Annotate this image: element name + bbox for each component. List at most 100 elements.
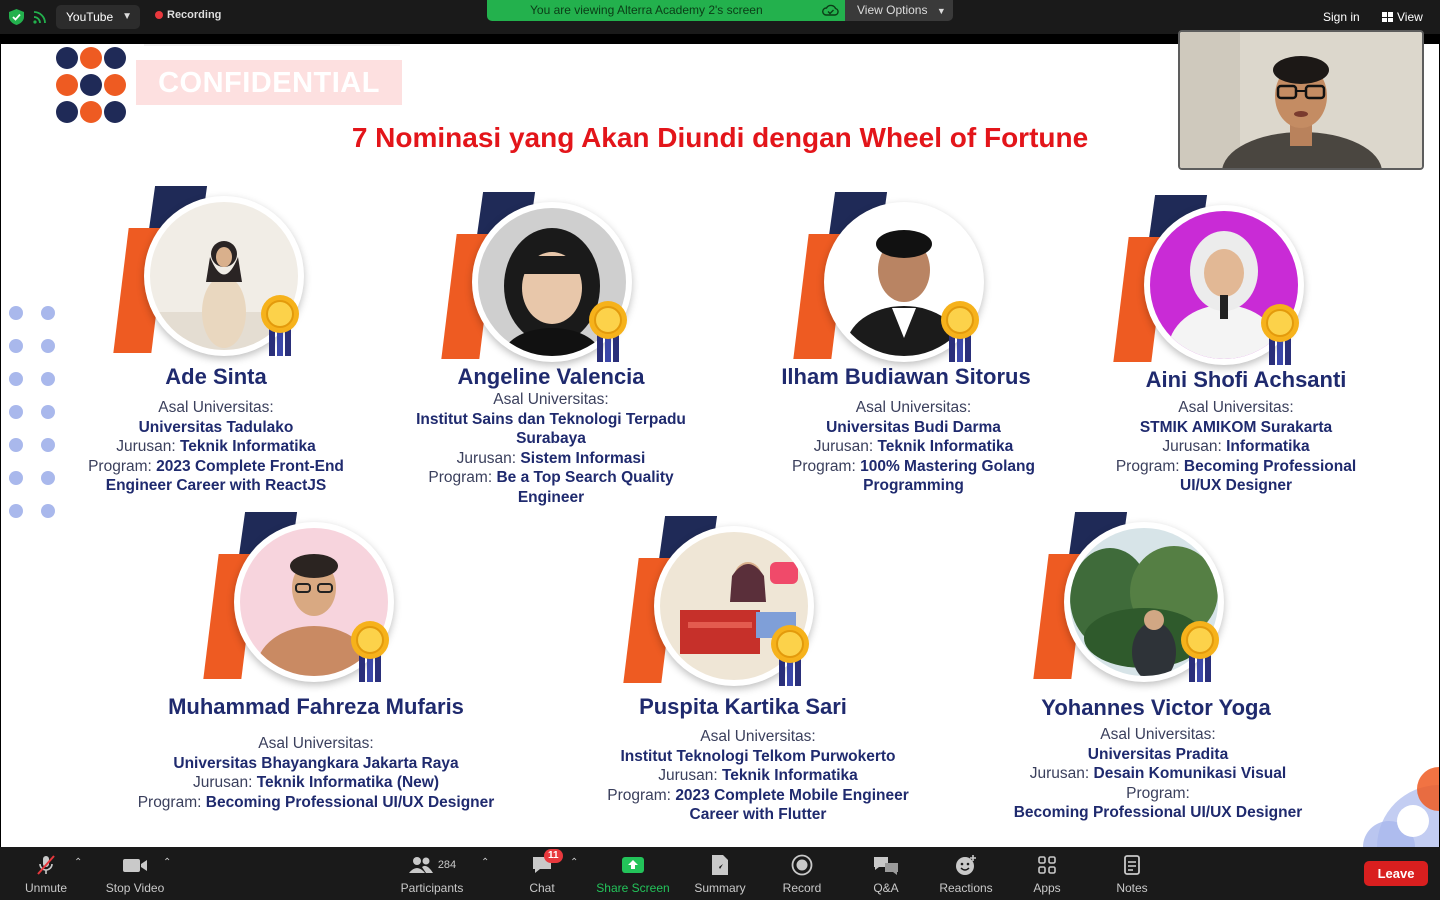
nominee-name: Angeline Valencia xyxy=(457,364,645,389)
program-value: 100% Mastering Golang Programming xyxy=(860,457,1035,495)
meeting-top-bar: YouTube ▼ Recording You are viewing Alte… xyxy=(0,0,1440,34)
summary-document-icon xyxy=(712,855,728,875)
major-value: Desain Komunikasi Visual xyxy=(1093,765,1287,783)
nominee-name: Ade Sinta xyxy=(165,364,267,389)
university-label: Asal Universitas: xyxy=(158,399,274,416)
cloud-icon[interactable] xyxy=(822,3,839,17)
reactions-button[interactable]: Reactions xyxy=(934,847,998,900)
alterra-logo xyxy=(51,47,127,123)
nominee-name: Yohannes Victor Yoga xyxy=(1041,695,1271,720)
medal-icon xyxy=(351,621,389,682)
confidential-watermark: CONFIDENTIAL xyxy=(136,44,402,105)
program-label: Program: xyxy=(607,786,671,804)
viewing-banner-text: You are viewing Alterra Academy 2's scre… xyxy=(530,3,763,17)
nominee-photo-frame xyxy=(623,516,831,694)
source-label: YouTube xyxy=(66,10,114,24)
recording-indicator[interactable]: Recording xyxy=(155,9,221,21)
notes-label: Notes xyxy=(1116,881,1148,895)
medal-icon xyxy=(771,625,809,686)
sign-in-button[interactable]: Sign in xyxy=(1323,10,1360,24)
smiley-reaction-icon xyxy=(956,855,976,875)
program-label: Program: xyxy=(88,457,152,475)
medal-icon xyxy=(1181,621,1219,682)
university-label: Asal Universitas: xyxy=(700,728,816,745)
nominee-name: Ilham Budiawan Sitorus xyxy=(781,364,1031,389)
nominee-photo-frame xyxy=(1033,512,1241,690)
microphone-muted-icon xyxy=(37,855,55,875)
major-label: Jurusan: xyxy=(658,767,718,785)
nominee-details: Asal Universitas: Institut Teknologi Tel… xyxy=(588,727,928,825)
leave-meeting-button[interactable]: Leave xyxy=(1364,861,1428,886)
summary-button[interactable]: Summary xyxy=(688,847,752,900)
program-label: Program: xyxy=(1115,457,1180,475)
program-label: Program: xyxy=(1126,784,1190,802)
share-screen-button[interactable]: Share Screen xyxy=(592,847,674,900)
participants-options-chevron-icon[interactable]: ⌃ xyxy=(481,857,489,868)
nominee-details: Asal Universitas: Institut Sains dan Tek… xyxy=(401,390,701,508)
program-label: Program: xyxy=(137,793,202,811)
security-shield-icon[interactable] xyxy=(9,9,24,25)
university-label: Asal Universitas: xyxy=(855,399,972,416)
nominee-details: Asal Universitas: Universitas Pradita Ju… xyxy=(1008,725,1308,823)
university-value: Universitas Budi Darma xyxy=(826,418,1001,436)
audio-options-chevron-icon[interactable]: ⌃ xyxy=(74,857,82,868)
video-options-chevron-icon[interactable]: ⌃ xyxy=(163,857,171,868)
major-label: Jurusan: xyxy=(456,449,517,467)
nominee-name: Aini Shofi Achsanti xyxy=(1145,367,1347,392)
chat-options-chevron-icon[interactable]: ⌃ xyxy=(570,857,578,868)
notes-button[interactable]: Notes xyxy=(1110,847,1154,900)
youtube-source-dropdown[interactable]: YouTube ▼ xyxy=(56,5,140,29)
participants-icon xyxy=(408,857,433,873)
stop-video-label: Stop Video xyxy=(105,881,165,895)
chevron-down-icon: ▼ xyxy=(936,6,946,16)
chevron-down-icon: ▼ xyxy=(122,11,132,22)
major-value: Teknik Informatika xyxy=(179,438,316,456)
view-options-dropdown[interactable]: View Options ▼ xyxy=(845,0,953,21)
major-label: Jurusan: xyxy=(1162,438,1222,456)
apps-label: Apps xyxy=(1033,881,1061,895)
university-value: Universitas Bhayangkara Jakarta Raya xyxy=(173,754,459,772)
qa-button[interactable]: Q&A xyxy=(864,847,908,900)
major-label: Jurusan: xyxy=(813,438,874,456)
participants-label: Participants xyxy=(400,881,464,895)
university-value: Institut Sains dan Teknologi Terpadu Sur… xyxy=(416,410,686,448)
university-value: Universitas Tadulako xyxy=(138,418,294,436)
program-value: 2023 Complete Mobile Engineer Career wit… xyxy=(675,786,909,824)
medal-icon xyxy=(589,301,627,362)
presenter-video-thumbnail[interactable] xyxy=(1178,30,1424,170)
unmute-button[interactable]: Unmute xyxy=(18,847,74,900)
apps-button[interactable]: Apps xyxy=(1025,847,1069,900)
grid-view-icon xyxy=(1382,12,1393,22)
view-options-label: View Options xyxy=(857,3,928,17)
nominee-photo-frame xyxy=(1113,195,1321,373)
share-screen-label: Share Screen xyxy=(596,881,670,895)
record-button[interactable]: Record xyxy=(772,847,832,900)
participant-count: 284 xyxy=(437,859,457,871)
major-value: Teknik Informatika (New) xyxy=(256,774,440,792)
qa-bubbles-icon xyxy=(874,857,898,875)
view-label: View xyxy=(1397,10,1423,24)
major-value: Teknik Informatika xyxy=(721,767,858,785)
major-label: Jurusan: xyxy=(192,774,253,792)
major-value: Sistem Informasi xyxy=(520,449,646,467)
program-label: Program: xyxy=(792,457,856,475)
qa-label: Q&A xyxy=(873,881,899,895)
meeting-controls-toolbar: Unmute ⌃ Stop Video ⌃ 284 Participants ⌃… xyxy=(0,847,1440,900)
nominee-details: Asal Universitas: STMIK AMIKOM Surakarta… xyxy=(1096,398,1376,496)
connection-signal-icon[interactable] xyxy=(33,10,47,24)
stop-video-button[interactable]: Stop Video xyxy=(100,847,170,900)
nominee-photo-frame xyxy=(113,186,321,364)
decorative-dots xyxy=(9,306,59,518)
summary-label: Summary xyxy=(694,881,746,895)
program-value: Becoming Professional UI/UX Designer xyxy=(1180,457,1357,495)
medal-icon xyxy=(941,301,979,362)
nominee-details: Asal Universitas: Universitas Tadulako J… xyxy=(71,398,361,496)
participants-button[interactable]: 284 Participants xyxy=(396,847,468,900)
medal-icon xyxy=(1261,304,1299,365)
program-value: Becoming Professional UI/UX Designer xyxy=(1013,804,1303,822)
viewing-screen-banner: You are viewing Alterra Academy 2's scre… xyxy=(487,0,845,21)
chat-unread-badge: 11 xyxy=(544,849,563,863)
view-layout-button[interactable]: View xyxy=(1382,10,1423,24)
recording-label: Recording xyxy=(167,9,222,21)
university-label: Asal Universitas: xyxy=(1178,399,1294,416)
